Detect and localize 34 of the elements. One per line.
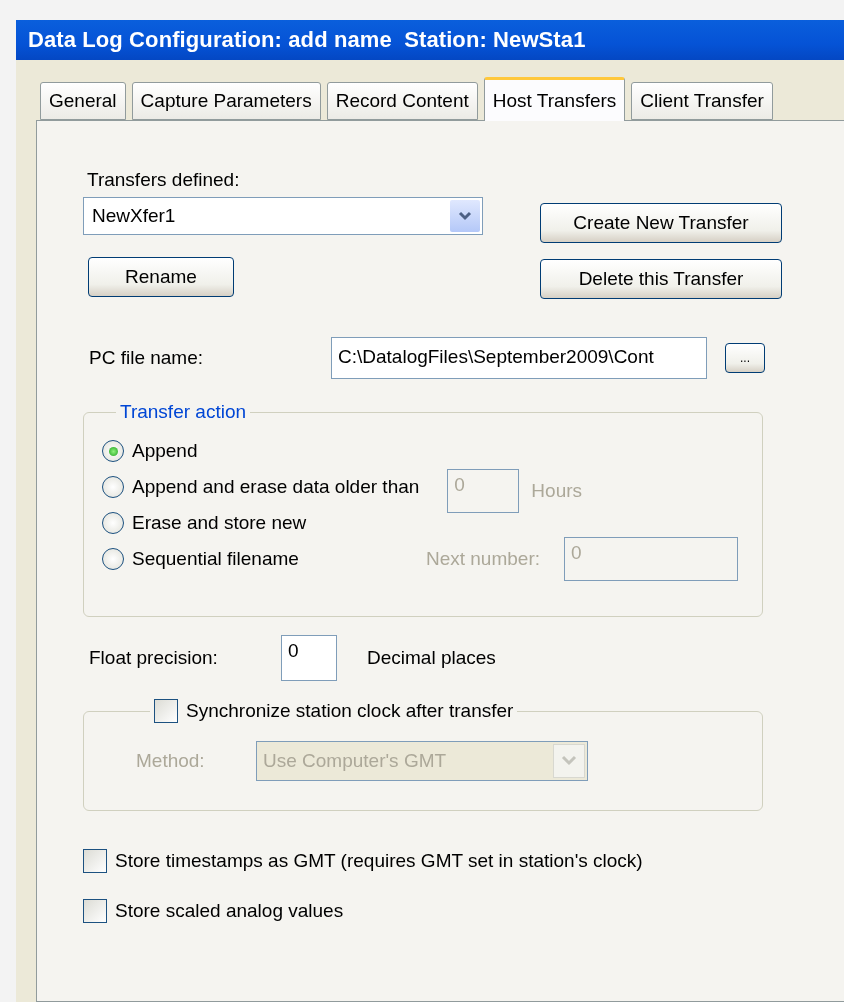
tab[interactable]: Client Transfer [631,82,773,120]
rename-button[interactable]: Rename [88,257,234,297]
tab[interactable]: Capture Parameters [131,82,321,120]
radio-button[interactable] [102,548,124,570]
checkbox-label: Synchronize station clock after transfer [186,700,514,722]
option-label: Append [132,440,198,462]
field-label: PC file name: [89,347,205,369]
delete-transfer-button[interactable]: Delete this Transfer [540,259,782,299]
tab[interactable]: Host Transfers [483,77,626,121]
unit-label: Decimal places [367,647,496,669]
checkbox-label: Store scaled analog values [115,900,344,922]
option-label: Sequential filename [132,548,299,570]
transfer-dropdown[interactable]: NewXfer1 [83,197,483,235]
field-label: Float precision: [89,647,219,669]
checkbox-label: Store timestamps as GMT (requires GMT set in station's clock) [115,850,643,872]
checkbox[interactable] [83,849,107,873]
radio-button[interactable] [102,440,124,462]
option-label: Append and erase data older than [132,476,420,498]
tab[interactable]: Record Content [326,82,478,120]
checkbox[interactable] [83,899,107,923]
unit-label: Hours [531,480,583,502]
file-name-field[interactable]: C:\DatalogFiles\September2009\Cont [331,337,707,379]
create-transfer-button[interactable]: Create New Transfer [540,203,782,243]
field-label: Next number: [425,548,540,570]
radio-button[interactable] [102,476,124,498]
tab[interactable]: General [40,82,126,120]
field-label: Transfers defined: [87,169,240,191]
window-title: Data Log Configuration: add name Station: NewSta1 [28,27,586,53]
field-label: Method: [136,750,206,772]
radio-button[interactable] [102,512,124,534]
option-label: Erase and store new [132,512,307,534]
precision-field[interactable]: 0 [281,635,337,681]
group-title: Transfer action [119,401,247,423]
browse-button[interactable]: ... [725,343,765,373]
